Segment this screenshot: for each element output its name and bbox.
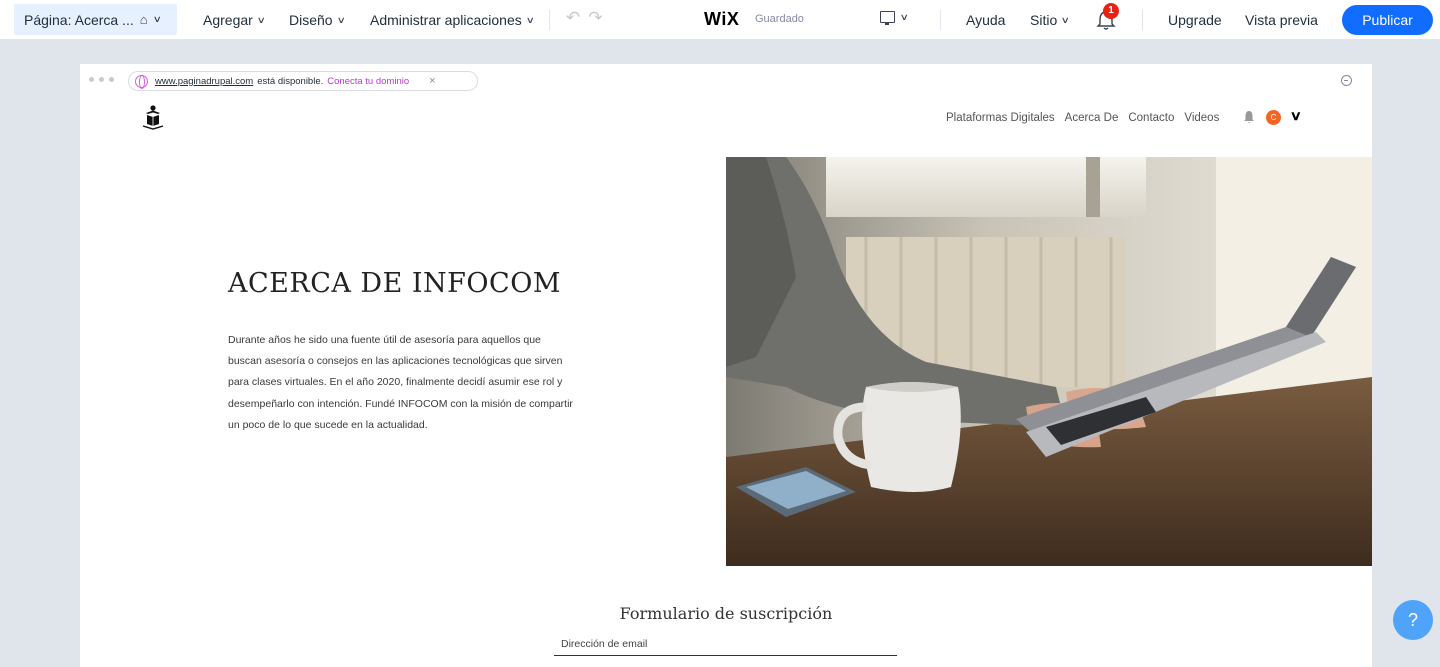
redo-icon[interactable]: ↷ bbox=[588, 8, 602, 28]
menu-agregar-label: Agregar bbox=[203, 12, 253, 28]
chevron-down-icon: ∨ bbox=[256, 14, 266, 25]
member-bell-icon[interactable] bbox=[1243, 110, 1255, 124]
undo-icon[interactable]: ↶ bbox=[566, 8, 580, 28]
editor-toolbar: Página: Acerca ... ⌂ ∨ Agregar ∨ Diseño … bbox=[0, 0, 1440, 40]
infocom-logo[interactable] bbox=[142, 104, 164, 130]
site-menu[interactable]: Sitio ∨ bbox=[1030, 0, 1071, 40]
about-paragraph: Durante años he sido una fuente útil de … bbox=[228, 334, 573, 431]
domain-address-bar: www.paginadrupal.com está disponible. Co… bbox=[128, 71, 478, 91]
menu-administrar-aplicaciones[interactable]: Administrar aplicaciones ∨ bbox=[370, 0, 535, 40]
connect-domain-link[interactable]: Conecta tu dominio bbox=[327, 76, 409, 87]
avatar[interactable]: C bbox=[1266, 110, 1281, 125]
undo-redo-group: ↶ ↷ bbox=[566, 8, 603, 28]
chevron-down-icon[interactable]: ∨ bbox=[1290, 108, 1302, 124]
close-icon[interactable]: × bbox=[429, 75, 435, 87]
page-selector[interactable]: Página: Acerca ... ⌂ ∨ bbox=[14, 4, 177, 35]
nav-contacto[interactable]: Contacto bbox=[1128, 112, 1174, 124]
chevron-down-icon: ∨ bbox=[1060, 14, 1071, 25]
nav-acerca-de[interactable]: Acerca De bbox=[1065, 112, 1119, 124]
help-button[interactable]: ? bbox=[1393, 600, 1433, 640]
publish-button[interactable]: Publicar bbox=[1342, 5, 1433, 35]
site-url[interactable]: www.paginadrupal.com bbox=[155, 76, 253, 87]
divider bbox=[549, 10, 550, 30]
upgrade-label: Upgrade bbox=[1168, 12, 1222, 28]
nav-videos[interactable]: Videos bbox=[1184, 112, 1219, 124]
page-selector-label: Página: Acerca ... bbox=[24, 11, 134, 28]
menu-diseno-label: Diseño bbox=[289, 12, 333, 28]
help-menu-label: Ayuda bbox=[966, 12, 1006, 28]
chevron-down-icon: ∨ bbox=[152, 14, 162, 24]
save-status: Guardado bbox=[755, 13, 804, 25]
help-menu[interactable]: Ayuda bbox=[966, 0, 1005, 40]
site-menu-label: Sitio bbox=[1030, 12, 1058, 28]
page-title: ACERCA DE INFOCOM bbox=[228, 268, 561, 299]
domain-available-message: está disponible. bbox=[257, 75, 324, 87]
preview-link[interactable]: Vista previa bbox=[1245, 0, 1318, 40]
chevron-down-icon: ∨ bbox=[525, 14, 535, 25]
desktop-icon bbox=[880, 11, 895, 25]
divider bbox=[940, 10, 941, 30]
upgrade-link[interactable]: Upgrade bbox=[1168, 0, 1222, 40]
home-icon: ⌂ bbox=[139, 12, 148, 27]
site-navigation: Plataformas Digitales Acerca De Contacto… bbox=[946, 112, 1219, 124]
window-dots-icon bbox=[89, 77, 114, 82]
zoom-out-icon[interactable] bbox=[1341, 75, 1352, 86]
menu-agregar[interactable]: Agregar ∨ bbox=[203, 0, 266, 40]
wix-logo: WiX bbox=[704, 9, 740, 29]
menu-diseno[interactable]: Diseño ∨ bbox=[289, 0, 346, 40]
menu-administrar-label: Administrar aplicaciones bbox=[370, 12, 522, 28]
nav-plataformas-digitales[interactable]: Plataformas Digitales bbox=[946, 112, 1055, 124]
chevron-down-icon: ∨ bbox=[899, 11, 909, 22]
preview-label: Vista previa bbox=[1245, 12, 1318, 28]
notification-badge: 1 bbox=[1103, 3, 1119, 19]
address-row: www.paginadrupal.com está disponible. Co… bbox=[80, 64, 1372, 96]
divider bbox=[1142, 10, 1143, 30]
hero-image-laptop-coffee bbox=[726, 157, 1372, 566]
globe-icon bbox=[135, 74, 148, 89]
device-switcher[interactable]: ∨ bbox=[880, 11, 909, 25]
subscription-form-title: Formulario de suscripción bbox=[619, 604, 833, 623]
site-canvas: www.paginadrupal.com está disponible. Co… bbox=[80, 64, 1372, 667]
chevron-down-icon: ∨ bbox=[336, 14, 346, 25]
email-field[interactable] bbox=[554, 632, 897, 656]
